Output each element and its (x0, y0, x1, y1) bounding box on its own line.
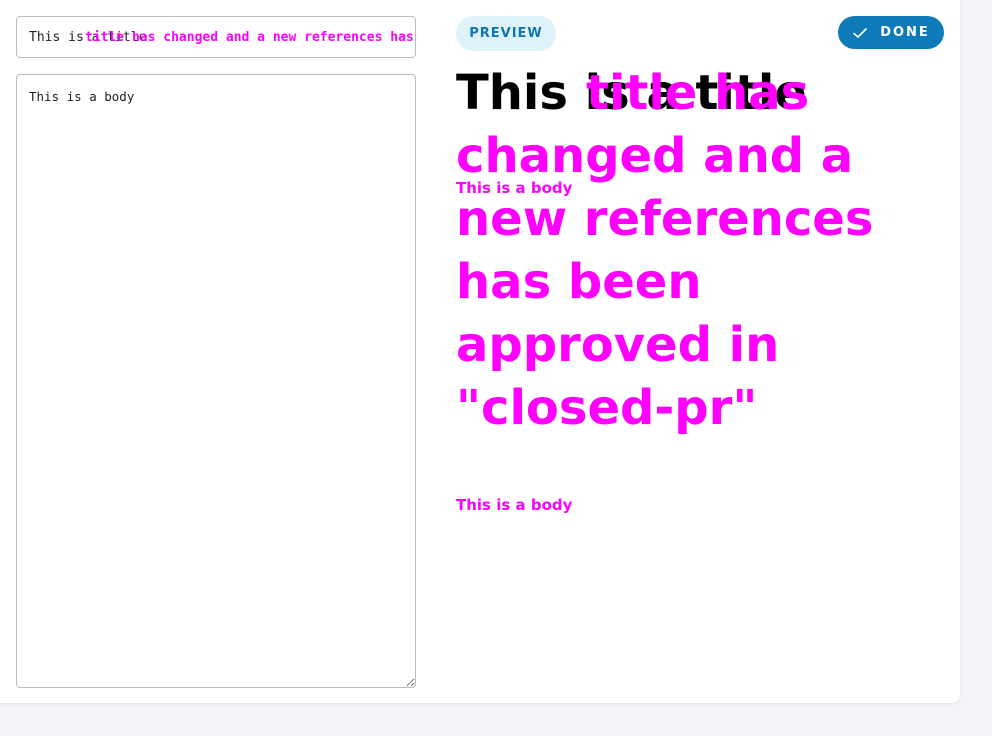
done-button[interactable]: DONE (838, 16, 944, 49)
preview-body: This is a body (456, 496, 573, 514)
editor-card: This is a title title has changed and a … (0, 0, 960, 703)
body-textarea[interactable]: This is a body (16, 74, 416, 688)
done-button-label: DONE (880, 25, 930, 40)
checkmark-icon (853, 27, 867, 38)
preview-title-overlay: title has changed and a new references h… (456, 65, 874, 436)
title-input[interactable]: This is a title title has changed and a … (16, 16, 416, 58)
title-input-overlay-value: title has changed and a new references h… (85, 30, 415, 45)
preview-button[interactable]: PREVIEW (456, 16, 556, 51)
preview-body-overlay: This is a body (456, 179, 573, 197)
preview-button-label: PREVIEW (469, 26, 543, 41)
